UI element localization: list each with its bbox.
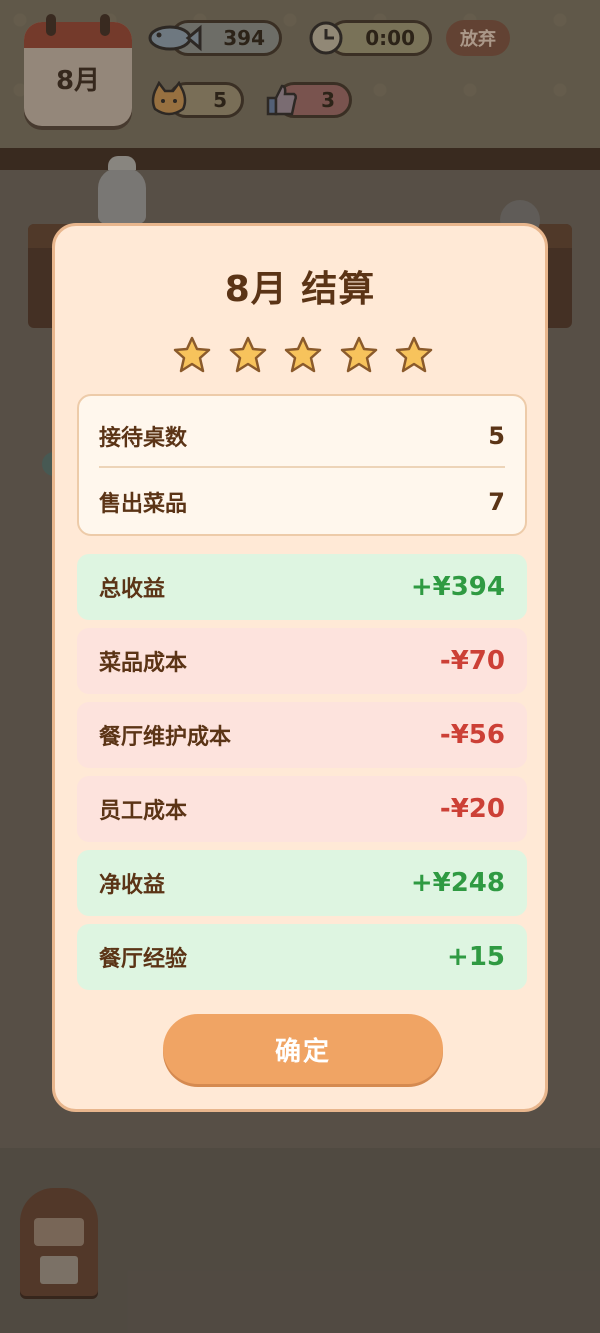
star-icon: [229, 336, 266, 373]
star-icon: [340, 336, 377, 373]
staff-cost-label: 员工成本: [99, 799, 188, 824]
summary-box: 接待桌数 5 售出菜品 7: [77, 394, 527, 536]
tables-served-label: 接待桌数: [99, 426, 188, 451]
tables-served-value: 5: [488, 422, 505, 450]
staff-cost-row: 员工成本 -¥20: [77, 776, 527, 842]
staff-cost-value: -¥20: [439, 794, 505, 824]
tables-served-row: 接待桌数 5: [99, 416, 505, 456]
net-revenue-value: +¥248: [410, 868, 505, 898]
total-revenue-value: +¥394: [410, 572, 505, 602]
maintenance-cost-row: 餐厅维护成本 -¥56: [77, 702, 527, 768]
dishes-sold-row: 售出菜品 7: [99, 482, 505, 522]
net-revenue-label: 净收益: [99, 873, 166, 898]
star-icon: [173, 336, 211, 373]
star-icon: [284, 336, 322, 373]
net-revenue-row: 净收益 +¥248: [77, 850, 527, 916]
maintenance-cost-label: 餐厅维护成本: [99, 725, 232, 750]
dish-cost-row: 菜品成本 -¥70: [77, 628, 527, 694]
maintenance-cost-value: -¥56: [439, 720, 505, 750]
restaurant-exp-label: 餐厅经验: [99, 947, 188, 972]
settlement-dialog: 8月 结算 接待桌数 5 售出菜品 7 总收益 +¥394 菜品成本 -¥70 …: [52, 223, 548, 1112]
summary-divider: [99, 466, 505, 468]
dialog-title: 8月 结算: [224, 269, 376, 310]
restaurant-exp-row: 餐厅经验 +15: [77, 924, 527, 990]
star-rating: [173, 336, 433, 376]
star-icon: [395, 336, 433, 373]
total-revenue-row: 总收益 +¥394: [77, 554, 527, 620]
total-revenue-label: 总收益: [99, 577, 166, 602]
dishes-sold-value: 7: [488, 488, 505, 516]
dish-cost-value: -¥70: [439, 646, 505, 676]
dishes-sold-label: 售出菜品: [99, 492, 188, 517]
dish-cost-label: 菜品成本: [99, 651, 188, 676]
restaurant-exp-value: +15: [447, 942, 505, 972]
confirm-button[interactable]: 确定: [163, 1014, 443, 1084]
